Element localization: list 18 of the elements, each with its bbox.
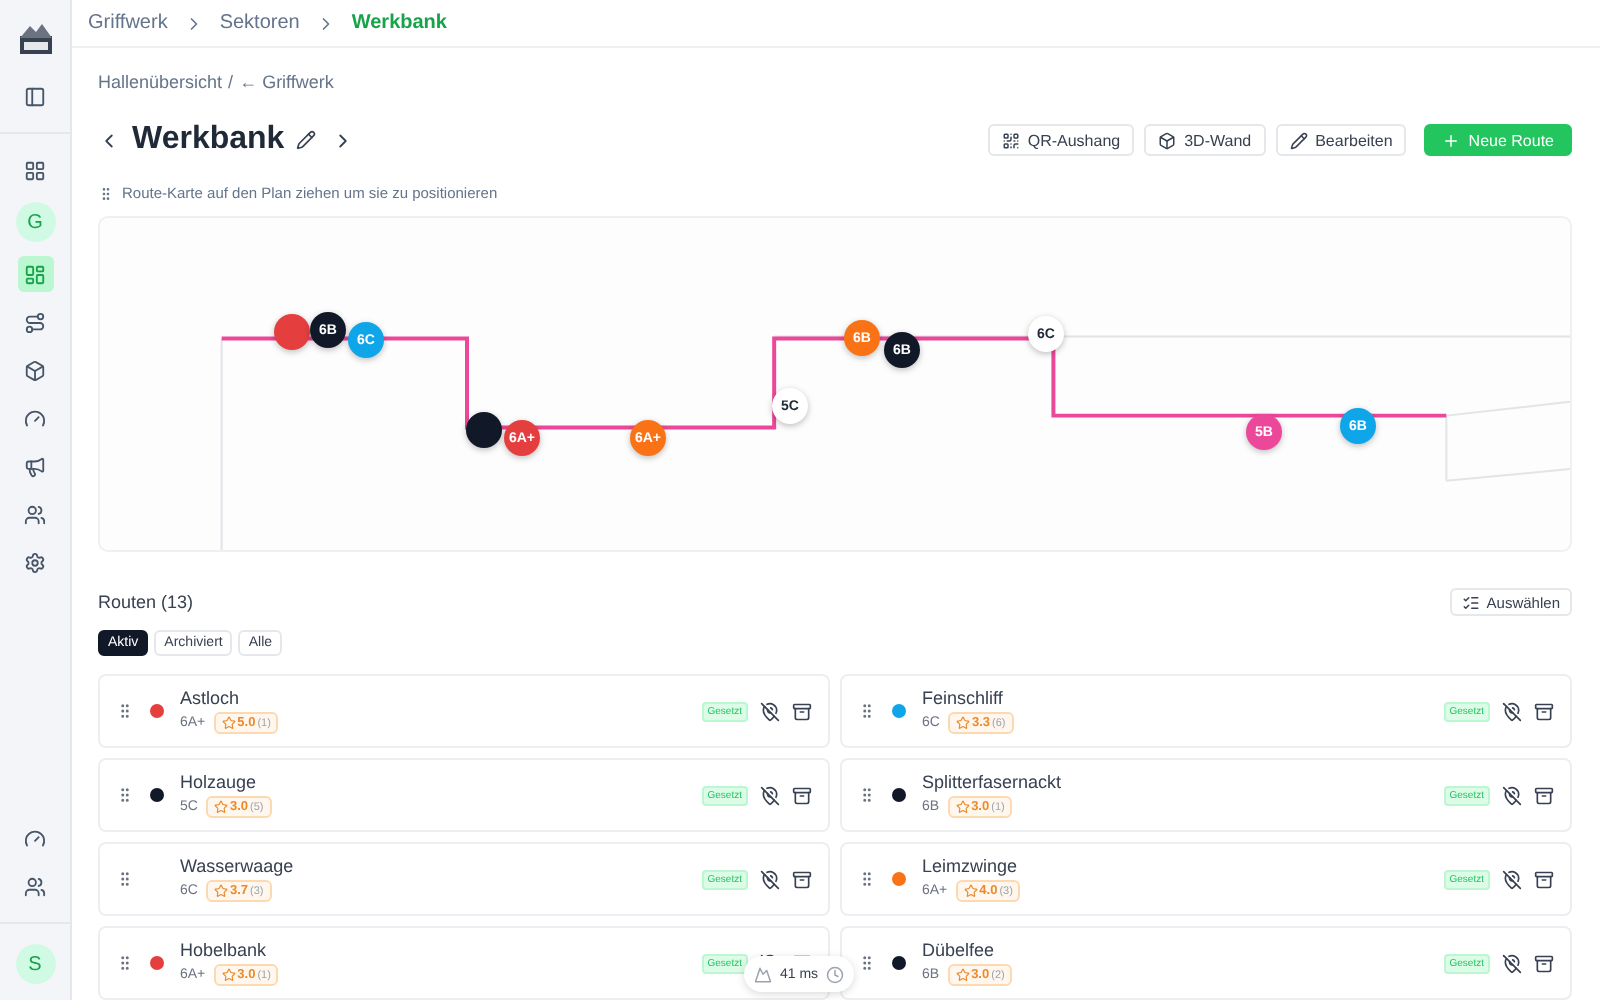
routes-heading: Routen (13) — [98, 592, 194, 612]
action-button[interactable]: Bearbeiten — [1275, 124, 1407, 156]
breadcrumb-link[interactable]: Sektoren — [219, 12, 300, 34]
hall-link[interactable]: Hallenübersicht — [98, 72, 223, 92]
breadcrumb-link[interactable]: Griffwerk — [88, 12, 168, 34]
route-name: Wasserwaage — [180, 856, 294, 876]
route-name: Hobelbank — [180, 940, 269, 960]
separator: / — [228, 72, 234, 92]
route-name: Leimzwinge — [922, 856, 1020, 876]
route-name: Holzauge — [180, 772, 259, 792]
route-name: Astloch — [180, 688, 242, 708]
action-button[interactable]: QR-Aushang — [987, 124, 1135, 156]
route-name: Dübelfee — [922, 940, 997, 960]
route-name: Feinschliff — [922, 688, 1005, 708]
back-link[interactable]: ← Griffwerk — [239, 72, 334, 92]
action-button[interactable]: 3D-Wand — [1144, 124, 1266, 156]
route-name: Splitterfasernackt — [922, 772, 1062, 792]
page-title: Werkbank — [132, 122, 285, 158]
